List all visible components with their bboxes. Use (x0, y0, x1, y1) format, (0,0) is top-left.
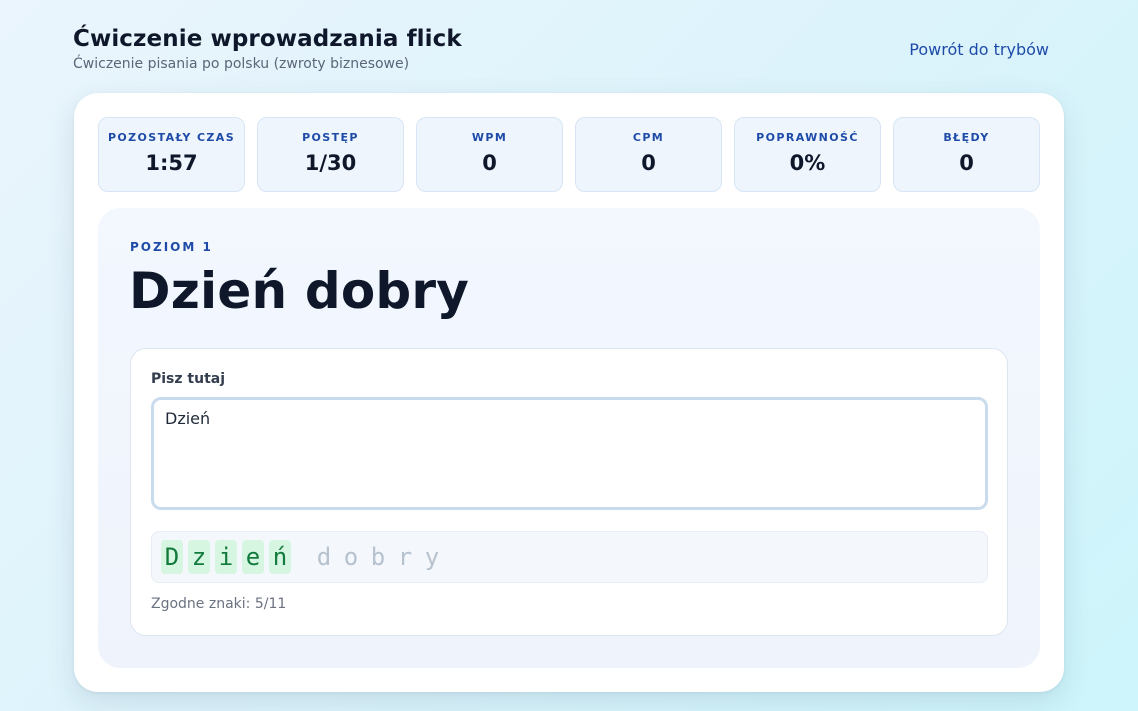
input-section: Pisz tutaj Dzień Dzień dobry Zgodne znak… (130, 348, 1008, 636)
matched-characters: Zgodne znaki: 5/11 (151, 596, 287, 612)
stat-label: POZOSTAŁY CZAS (107, 131, 236, 144)
stat-value: 1/30 (304, 151, 357, 175)
char-pending: o (343, 543, 359, 571)
stat-label: POSTĘP (302, 131, 359, 144)
page-header: Ćwiczenie wprowadzania flick Ćwiczenie p… (73, 26, 1063, 78)
stat-value: 0 (482, 151, 497, 175)
stat-time-remaining: POZOSTAŁY CZAS 1:57 (98, 117, 245, 192)
stat-label: CPM (632, 131, 665, 144)
stats-row: POZOSTAŁY CZAS 1:57 POSTĘP 1/30 WPM 0 CP… (98, 117, 1040, 192)
typing-input[interactable]: Dzień (151, 397, 988, 510)
target-phrase: Dzień dobry (129, 262, 470, 320)
char-ok: D (161, 540, 183, 574)
char-ok: ń (269, 540, 291, 574)
stat-value: 0 (959, 151, 974, 175)
char-pending: y (424, 543, 440, 571)
stat-label: BŁĘDY (943, 131, 990, 144)
char-pending: r (397, 543, 413, 571)
stat-label: WPM (471, 131, 508, 144)
character-feedback: Dzień dobry (151, 531, 988, 583)
stat-value: 0 (641, 151, 656, 175)
level-label: POZIOM 1 (130, 240, 213, 254)
char-ok: z (188, 540, 210, 574)
exercise-panel: POZIOM 1 Dzień dobry Pisz tutaj Dzień Dz… (98, 208, 1040, 668)
char-pending: b (370, 543, 386, 571)
stat-accuracy: POPRAWNOŚĆ 0% (734, 117, 881, 192)
stat-progress: POSTĘP 1/30 (257, 117, 404, 192)
char-ok: i (215, 540, 237, 574)
input-label: Pisz tutaj (151, 371, 226, 387)
char-space (296, 540, 308, 574)
stat-errors: BŁĘDY 0 (893, 117, 1040, 192)
stat-value: 1:57 (145, 151, 198, 175)
exercise-card: POZOSTAŁY CZAS 1:57 POSTĘP 1/30 WPM 0 CP… (74, 93, 1064, 692)
char-ok: e (242, 540, 264, 574)
stat-value: 0% (789, 151, 826, 175)
stat-wpm: WPM 0 (416, 117, 563, 192)
back-to-modes-link[interactable]: Powrót do trybów (909, 40, 1049, 59)
char-pending: d (316, 543, 332, 571)
stat-cpm: CPM 0 (575, 117, 722, 192)
stat-label: POPRAWNOŚĆ (756, 131, 859, 144)
